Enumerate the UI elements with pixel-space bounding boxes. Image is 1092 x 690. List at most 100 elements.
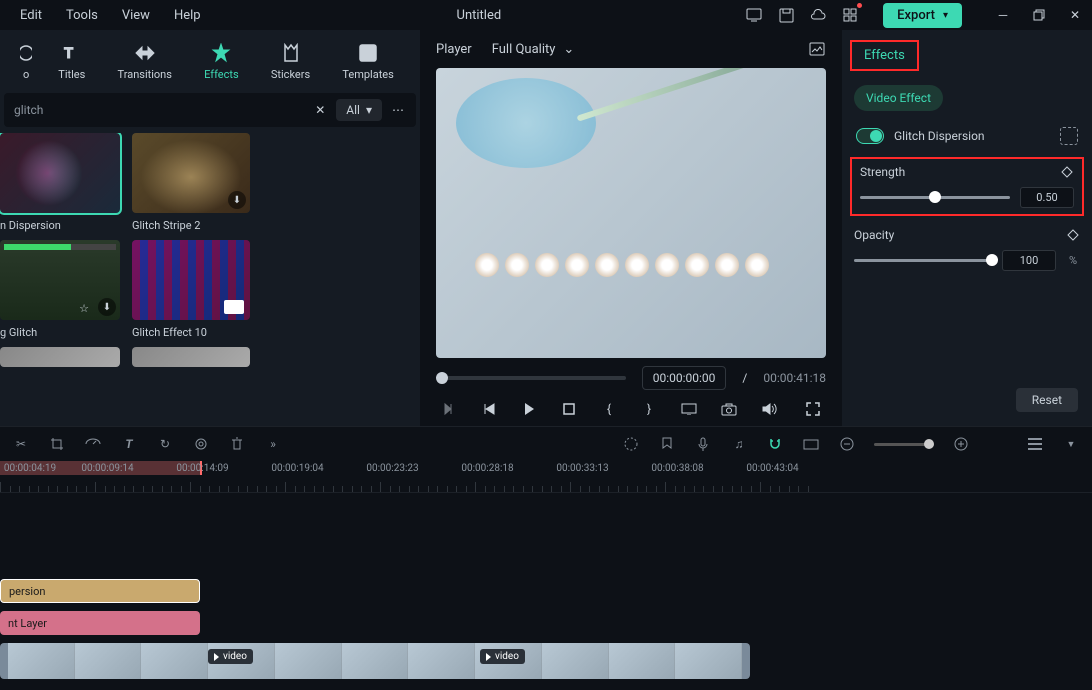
tab-templates[interactable]: Templates [336,38,399,85]
expand-tool[interactable]: » [264,435,282,453]
tab-effects[interactable]: Effects [198,38,245,85]
download-icon[interactable]: ⬇ [98,298,116,316]
thumb-partial[interactable] [0,347,120,367]
thumb-label: n Dispersion [0,219,122,232]
keyframe-icon[interactable] [1066,228,1080,242]
delete-tool[interactable] [228,435,246,453]
badge-icon [224,300,244,314]
clip-label: persion [9,585,45,598]
timeline-toolbar: ✂ T ↻ » ♫ ▼ [0,427,1092,461]
inspector-tab-effects[interactable]: Effects [850,40,919,71]
minimize-button[interactable]: ─ [994,6,1012,24]
play-button[interactable] [520,400,538,418]
percent-label: % [1066,254,1080,267]
keyframe-icon[interactable] [1060,165,1074,179]
tab-stickers-label: Stickers [271,68,310,81]
cloud-icon[interactable] [809,6,827,24]
thumb-glitch-stripe-2[interactable]: ⬇ [132,133,250,213]
maximize-button[interactable] [1030,6,1048,24]
more-options-icon[interactable]: ⋯ [390,102,406,118]
menu-tools[interactable]: Tools [54,4,110,27]
cut-tool[interactable]: ✂ [12,435,30,453]
thumbnails-grid: n Dispersion ⬇ Glitch Stripe 2 ☆⬇ g Glit… [0,133,420,426]
video-preview[interactable] [436,68,826,358]
mark-out-button[interactable]: } [640,400,658,418]
timeline-panel: ✂ T ↻ » ♫ ▼ 00:00:04:19 [0,426,1092,690]
effect-mask-icon[interactable] [1060,127,1078,145]
clear-search-icon[interactable]: ✕ [312,102,328,118]
zoom-in-icon[interactable] [952,435,970,453]
quality-dropdown[interactable]: Full Quality ⌄ [492,42,575,57]
strength-value[interactable]: 0.50 [1020,187,1074,208]
snapshot-icon[interactable] [808,40,826,58]
tab-media[interactable]: o [20,38,32,85]
chevron-down-icon: ⌄ [563,42,574,57]
favorite-icon[interactable]: ☆ [76,300,92,316]
svg-text:T: T [64,44,73,62]
menu-help[interactable]: Help [162,4,213,27]
layer-clip[interactable]: nt Layer [0,611,200,635]
thumb-label: g Glitch [0,326,122,339]
filter-all-dropdown[interactable]: All▾ [336,99,382,121]
opacity-slider[interactable] [854,259,992,262]
thumb-glitch[interactable]: ☆⬇ [0,240,120,320]
ratio-icon[interactable] [802,435,820,453]
mic-icon[interactable] [694,435,712,453]
camera-icon[interactable] [720,400,738,418]
clip-label: nt Layer [8,617,47,630]
ruler-tick: 00:00:38:08 [630,463,725,474]
video-clip[interactable]: video video [0,643,750,679]
effect-enable-toggle[interactable] [856,128,884,144]
mark-in-button[interactable]: { [600,400,618,418]
download-icon[interactable]: ⬇ [228,191,246,209]
export-button[interactable]: Export▾ [883,3,962,28]
crop-tool[interactable] [48,435,66,453]
apps-icon[interactable] [841,6,859,24]
speed-tool[interactable] [84,435,102,453]
opacity-label: Opacity [854,228,894,242]
tab-stickers[interactable]: Stickers [265,38,316,85]
fullscreen-icon[interactable] [804,400,822,418]
video-effect-pill[interactable]: Video Effect [854,85,943,111]
thumb-partial[interactable] [132,347,250,367]
music-icon[interactable]: ♫ [730,435,748,453]
zoom-slider[interactable] [874,443,934,446]
time-sep: / [742,371,747,385]
tab-titles[interactable]: T Titles [52,38,91,85]
reset-button[interactable]: Reset [1016,388,1078,412]
list-view-icon[interactable] [1026,435,1044,453]
tab-transitions[interactable]: Transitions [112,38,178,85]
current-time: 00:00:00:00 [642,366,727,390]
effect-clip[interactable]: persion [0,579,200,603]
search-input[interactable]: glitch [14,103,304,117]
rotate-tool[interactable]: ↻ [156,435,174,453]
seek-slider[interactable] [436,376,626,380]
text-tool[interactable]: T [120,435,138,453]
zoom-out-icon[interactable] [838,435,856,453]
prev-frame-button[interactable] [440,400,458,418]
adjust-icon[interactable] [622,435,640,453]
total-time: 00:00:41:18 [763,371,826,385]
save-icon[interactable] [777,6,795,24]
thumb-glitch-effect-10[interactable] [132,240,250,320]
opacity-property: Opacity 100 % [842,220,1092,279]
marker-icon[interactable] [658,435,676,453]
display-icon[interactable] [680,400,698,418]
thumb-dispersion[interactable] [0,133,120,213]
step-back-button[interactable] [480,400,498,418]
strength-slider[interactable] [860,196,1010,199]
opacity-value[interactable]: 100 [1002,250,1056,271]
timeline-ruler[interactable]: 00:00:04:19 00:00:09:14 00:00:14:09 00:0… [0,461,1092,493]
chevron-down-icon[interactable]: ▼ [1062,435,1080,453]
player-panel: Player Full Quality ⌄ 00:00:00:00 [420,30,842,426]
volume-icon[interactable] [760,400,778,418]
menu-edit[interactable]: Edit [8,4,54,27]
magnet-icon[interactable] [766,435,784,453]
assets-panel: o T Titles Transitions Effects Stickers [0,30,420,426]
close-button[interactable]: ✕ [1066,6,1084,24]
video-tag: video [208,649,253,664]
stop-button[interactable] [560,400,578,418]
menu-view[interactable]: View [110,4,162,27]
device-icon[interactable] [745,6,763,24]
color-tool[interactable] [192,435,210,453]
